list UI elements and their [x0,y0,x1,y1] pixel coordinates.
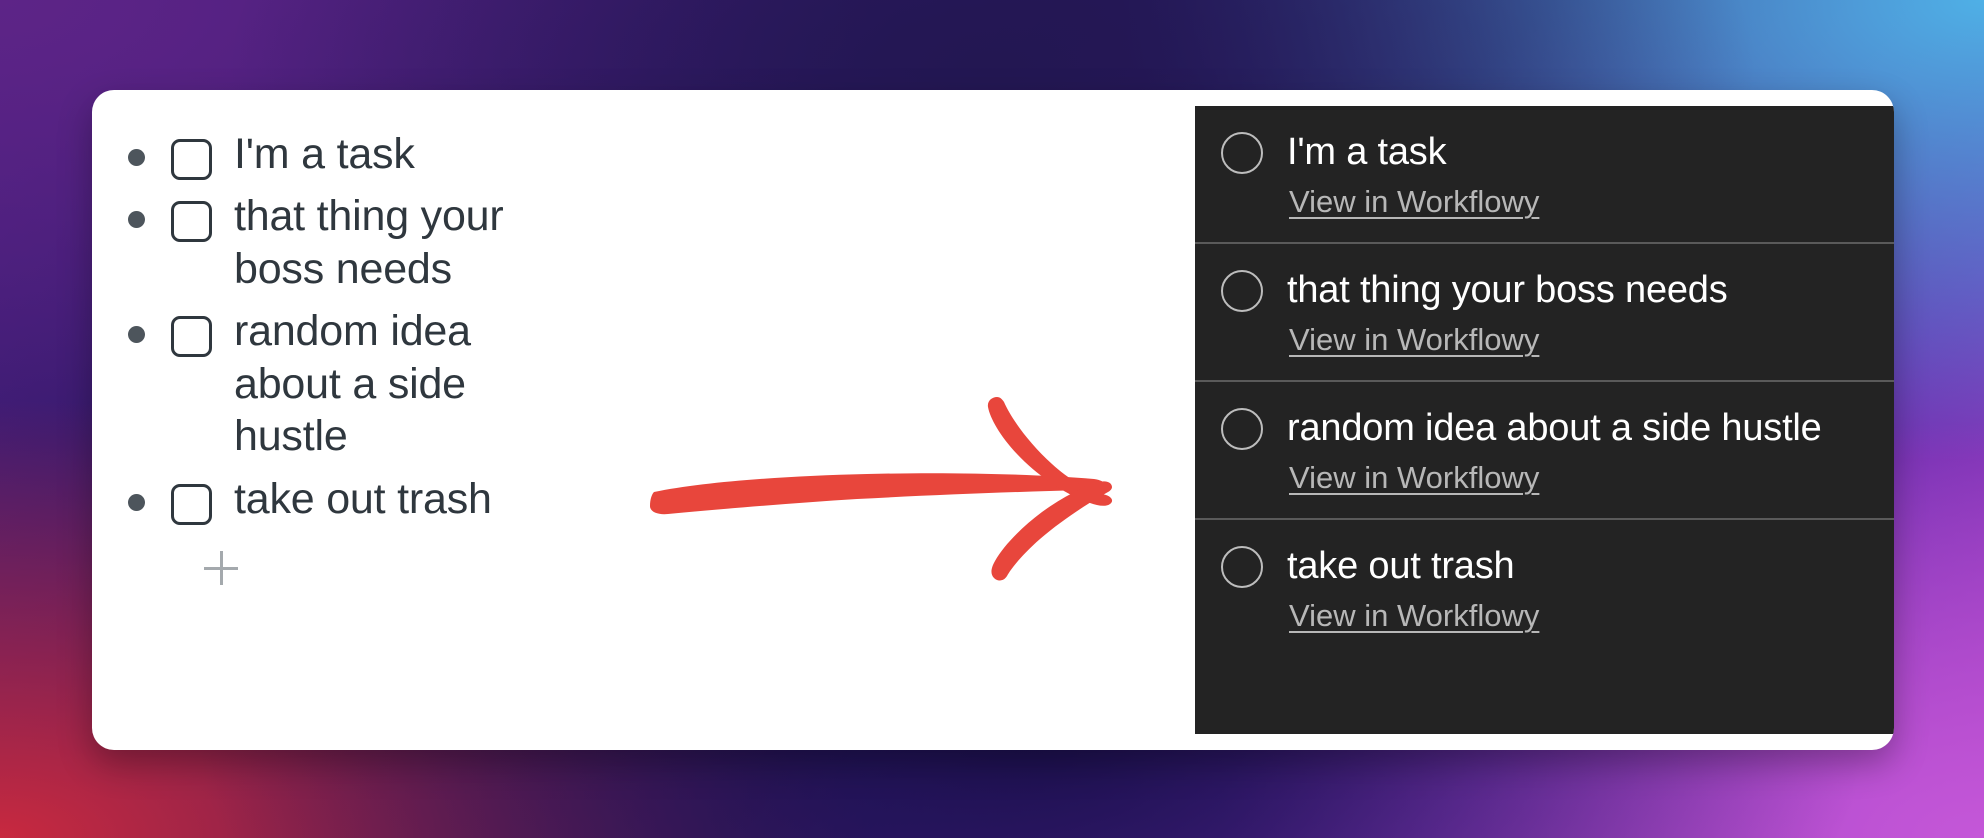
task-title: take out trash [1287,545,1515,588]
checkbox-icon[interactable] [171,139,212,180]
bullet-icon [128,493,145,511]
outline-item-label: that thing your boss needs [234,192,504,293]
bullet-icon [128,149,145,166]
app-card: I'm a task that thing your boss needs ra… [92,90,1894,750]
circle-checkbox-icon[interactable] [1221,546,1263,588]
circle-checkbox-icon[interactable] [1221,408,1263,450]
task-title: that thing your boss needs [1287,269,1728,312]
view-in-workflowy-link[interactable]: View in Workflowy [1289,598,1539,634]
task-row[interactable]: I'm a task View in Workflowy [1195,106,1894,242]
task-title: I'm a task [1287,131,1447,174]
outline-item[interactable]: take out trash [92,473,1103,525]
task-header: that thing your boss needs [1221,269,1894,312]
outline-item[interactable]: that thing your boss needs [92,190,1103,295]
bullet-icon [128,326,145,344]
outline-item-label: take out trash [234,474,492,523]
view-in-workflowy-link[interactable]: View in Workflowy [1289,184,1539,220]
plus-icon[interactable] [204,551,238,586]
task-row[interactable]: that thing your boss needs View in Workf… [1195,242,1894,380]
task-list-panel: I'm a task View in Workflowy that thing … [1195,106,1894,734]
bullet-icon [128,211,145,229]
task-row[interactable]: random idea about a side hustle View in … [1195,380,1894,518]
circle-checkbox-icon[interactable] [1221,132,1263,174]
outline-item[interactable]: random idea about a side hustle [92,305,1103,462]
outline-item-label: I'm a task [234,130,415,178]
task-header: take out trash [1221,545,1894,588]
task-header: random idea about a side hustle [1221,407,1894,450]
view-in-workflowy-link[interactable]: View in Workflowy [1289,460,1539,496]
checkbox-icon[interactable] [171,316,212,358]
outline-panel: I'm a task that thing your boss needs ra… [92,90,1103,750]
task-row[interactable]: take out trash View in Workflowy [1195,518,1894,656]
checkbox-icon[interactable] [171,201,212,243]
add-item-row[interactable] [92,551,1103,586]
view-in-workflowy-link[interactable]: View in Workflowy [1289,322,1539,358]
outline-item-label: random idea about a side hustle [234,307,471,461]
circle-checkbox-icon[interactable] [1221,270,1263,312]
outline-item[interactable]: I'm a task [92,128,1103,180]
checkbox-icon[interactable] [171,483,212,525]
task-header: I'm a task [1221,131,1894,174]
task-title: random idea about a side hustle [1287,407,1822,450]
